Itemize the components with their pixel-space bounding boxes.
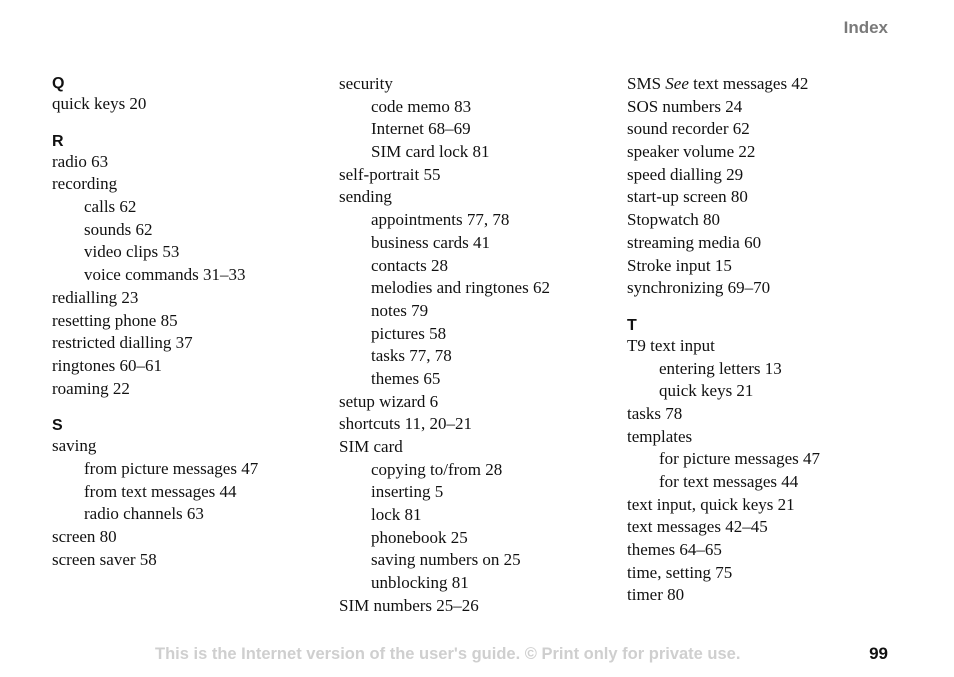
index-entry: T9 text input (627, 335, 715, 355)
index-entry: themes 64–65 (627, 540, 722, 560)
index-subentry: code memo 83 (371, 96, 472, 116)
index-subentry: from picture messages 47 (84, 458, 259, 478)
index-subentry: pictures 58 (371, 323, 447, 343)
index-subentry: notes 79 (371, 300, 429, 320)
index-entry: SIM card (339, 437, 403, 456)
see-reference-label: See (665, 74, 689, 93)
index-entry: time, setting 75 (627, 562, 733, 582)
index-entry: SIM numbers 25–26 (339, 595, 479, 615)
index-subentry: voice commands 31–33 (84, 265, 246, 285)
index-subentry: contacts 28 (371, 255, 448, 275)
index-entry: redialling 23 (52, 287, 139, 307)
index-entry: shortcuts 11, 20–21 (339, 414, 473, 434)
index-subentry: from text messages 44 (84, 481, 237, 501)
index-subentry: for text messages 44 (659, 472, 799, 491)
index-column-1: Qquick keys 20 Rradio 63 recording calls 62… (52, 73, 258, 571)
index-subentry: inserting 5 (371, 482, 444, 502)
index-subentry: unblocking 81 (371, 573, 469, 593)
footer-note: This is the Internet version of the user… (155, 645, 741, 663)
index-entry: setup wizard 6 (339, 391, 439, 411)
index-entry: text input, quick keys 21 (627, 494, 795, 514)
index-entry: Stroke input 15 (627, 255, 732, 275)
index-subentry: calls 62 (84, 197, 137, 217)
index-letter-heading: S (52, 417, 63, 435)
index-column-3: SMS See text messages 42 SOS numbers 24 so… (627, 73, 820, 607)
index-entry: templates (627, 426, 693, 446)
page-header-title: Index (843, 18, 888, 37)
index-entry: timer 80 (627, 585, 685, 605)
index-subentry: appointments 77, 78 (371, 210, 510, 230)
index-entry: Stopwatch 80 (627, 210, 721, 230)
index-letter-heading: Q (52, 75, 65, 92)
index-subentry: SIM card lock 81 (371, 142, 490, 162)
index-subentry: phonebook 25 (371, 527, 468, 547)
index-subentry: for picture messages 47 (659, 449, 820, 469)
index-entry: restricted dialling 37 (52, 333, 193, 353)
index-entry: start-up screen 80 (627, 187, 748, 207)
index-subentry: Internet 68–69 (371, 119, 471, 139)
index-subentry: lock 81 (371, 505, 422, 525)
index-entry: tasks 78 (627, 403, 683, 423)
index-entry: quick keys 20 (52, 94, 147, 113)
index-subentry: copying to/from 28 (371, 459, 503, 479)
index-entry: security (339, 74, 393, 93)
index-entry: roaming 22 (52, 378, 130, 398)
index-entry: recording (52, 174, 118, 194)
index-subentry: business cards 41 (371, 232, 490, 252)
index-entry: self-portrait 55 (339, 164, 441, 184)
index-entry: screen 80 (52, 527, 117, 546)
index-subentry: quick keys 21 (659, 381, 754, 401)
index-column-2: security code memo 83 Internet 68–69 SIM ca… (339, 73, 550, 618)
index-entry: speaker volume 22 (627, 142, 756, 162)
index-letter-heading: T (627, 316, 637, 334)
index-entry: SOS numbers 24 (627, 96, 743, 116)
index-entry: synchronizing 69–70 (627, 278, 771, 298)
index-entry: saving (52, 436, 97, 456)
index-entry: streaming media 60 (627, 232, 762, 252)
index-subentry: entering letters 13 (659, 358, 782, 378)
index-entry: text messages 42–45 (627, 517, 768, 537)
index-subentry: saving numbers on 25 (371, 550, 521, 570)
index-subentry: themes 65 (371, 368, 441, 388)
index-entry: resetting phone 85 (52, 310, 178, 330)
index-letter-heading: R (52, 132, 64, 150)
page-number: 99 (869, 644, 888, 663)
see-reference-target: text messages 42 (693, 74, 809, 93)
index-subentry: radio channels 63 (84, 504, 204, 524)
index-entry: ringtones 60–61 (52, 355, 163, 375)
index-subentry: video clips 53 (84, 242, 180, 262)
index-subentry: sounds 62 (84, 219, 153, 239)
index-entry: screen saver 58 (52, 549, 157, 569)
index-entry: speed dialling 29 (627, 164, 744, 184)
index-entry: sound recorder 62 (627, 119, 750, 139)
entry-term: SMS (627, 74, 662, 93)
index-entry: radio 63 (52, 151, 109, 171)
index-subentry: tasks 77, 78 (371, 346, 452, 366)
index-subentry: melodies and ringtones 62 (371, 278, 550, 298)
index-entry: sending (339, 187, 392, 207)
index-entry: SMS See text messages 42 (627, 73, 820, 96)
